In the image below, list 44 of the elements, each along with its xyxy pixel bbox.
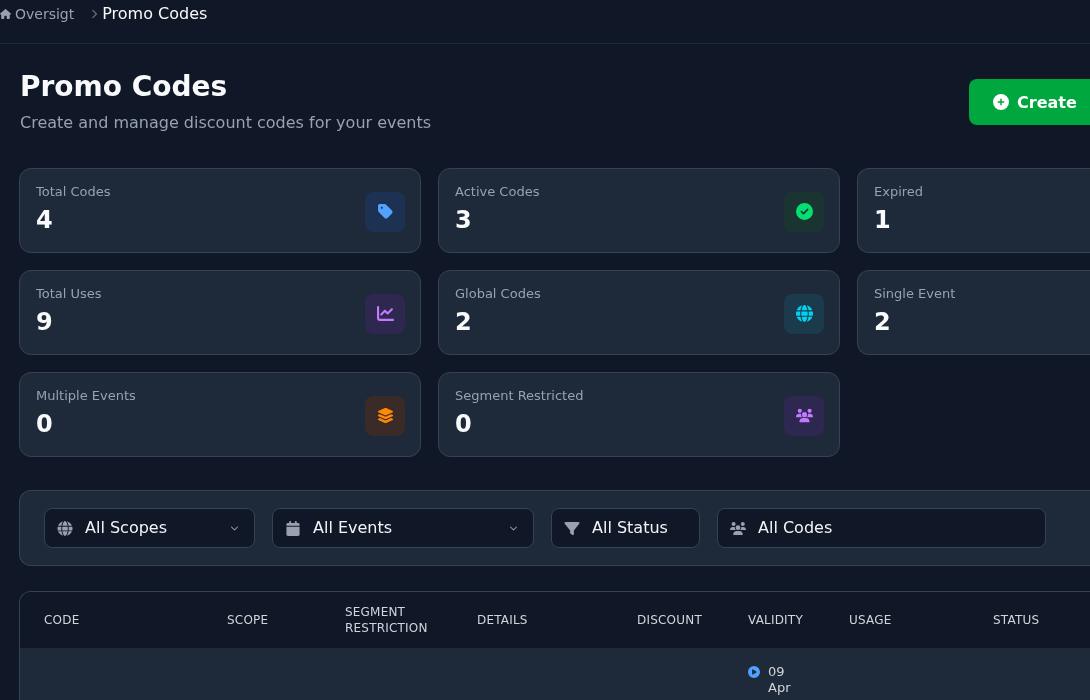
filter-select[interactable]: All Events (272, 508, 534, 548)
column-header: USAGE (849, 612, 892, 628)
chevron-right-icon (91, 8, 98, 19)
page-title: Promo Codes (20, 70, 229, 104)
stat-label: Total Codes (36, 184, 111, 200)
column-header: CODE (44, 612, 80, 628)
globe-icon (57, 520, 73, 536)
stat-value: 0 (455, 410, 473, 438)
breadcrumb-current[interactable]: Promo Codes (102, 3, 208, 24)
tag-icon (365, 191, 405, 232)
validity-date: 09 Apr (768, 664, 792, 696)
globe-icon (784, 293, 824, 334)
column-header: DISCOUNT (637, 612, 702, 628)
stat-label: Expired (874, 184, 924, 200)
stat-value: 2 (874, 308, 892, 336)
stat-value: 4 (36, 206, 54, 234)
layers-icon (365, 395, 405, 436)
page-subtitle: Create and manage discount codes for your events (20, 112, 432, 134)
column-header: SCOPE (227, 612, 269, 628)
stat-label: Segment Restricted (455, 388, 584, 404)
line-chart-icon (365, 293, 405, 334)
column-header: VALIDITY (748, 612, 803, 628)
users-icon (730, 520, 746, 536)
stat-label: Global Codes (455, 286, 541, 302)
house-icon (0, 8, 11, 19)
filter-select[interactable]: All Scopes (44, 508, 255, 548)
column-header: DETAILS (477, 612, 528, 628)
calendar-icon (285, 520, 301, 536)
column-header: STATUS (993, 612, 1040, 628)
stat-label: Active Codes (455, 184, 540, 200)
stat-label: Total Uses (36, 286, 102, 302)
stat-value: 9 (36, 308, 54, 336)
filter-select[interactable]: All Codes (717, 508, 1046, 548)
breadcrumb-link[interactable]: Oversigt (0, 3, 75, 24)
stat-label: Single Event (874, 286, 956, 302)
stat-value: 3 (455, 206, 473, 234)
stat-value: 2 (455, 308, 473, 336)
filter-icon (564, 520, 580, 536)
users-icon (784, 395, 824, 436)
column-header: SEGMENT RESTRICTION (345, 604, 429, 636)
filter-select[interactable]: All Status (551, 508, 700, 548)
stat-label: Multiple Events (36, 388, 136, 404)
stat-value: 0 (36, 410, 54, 438)
stat-value: 1 (874, 206, 892, 234)
